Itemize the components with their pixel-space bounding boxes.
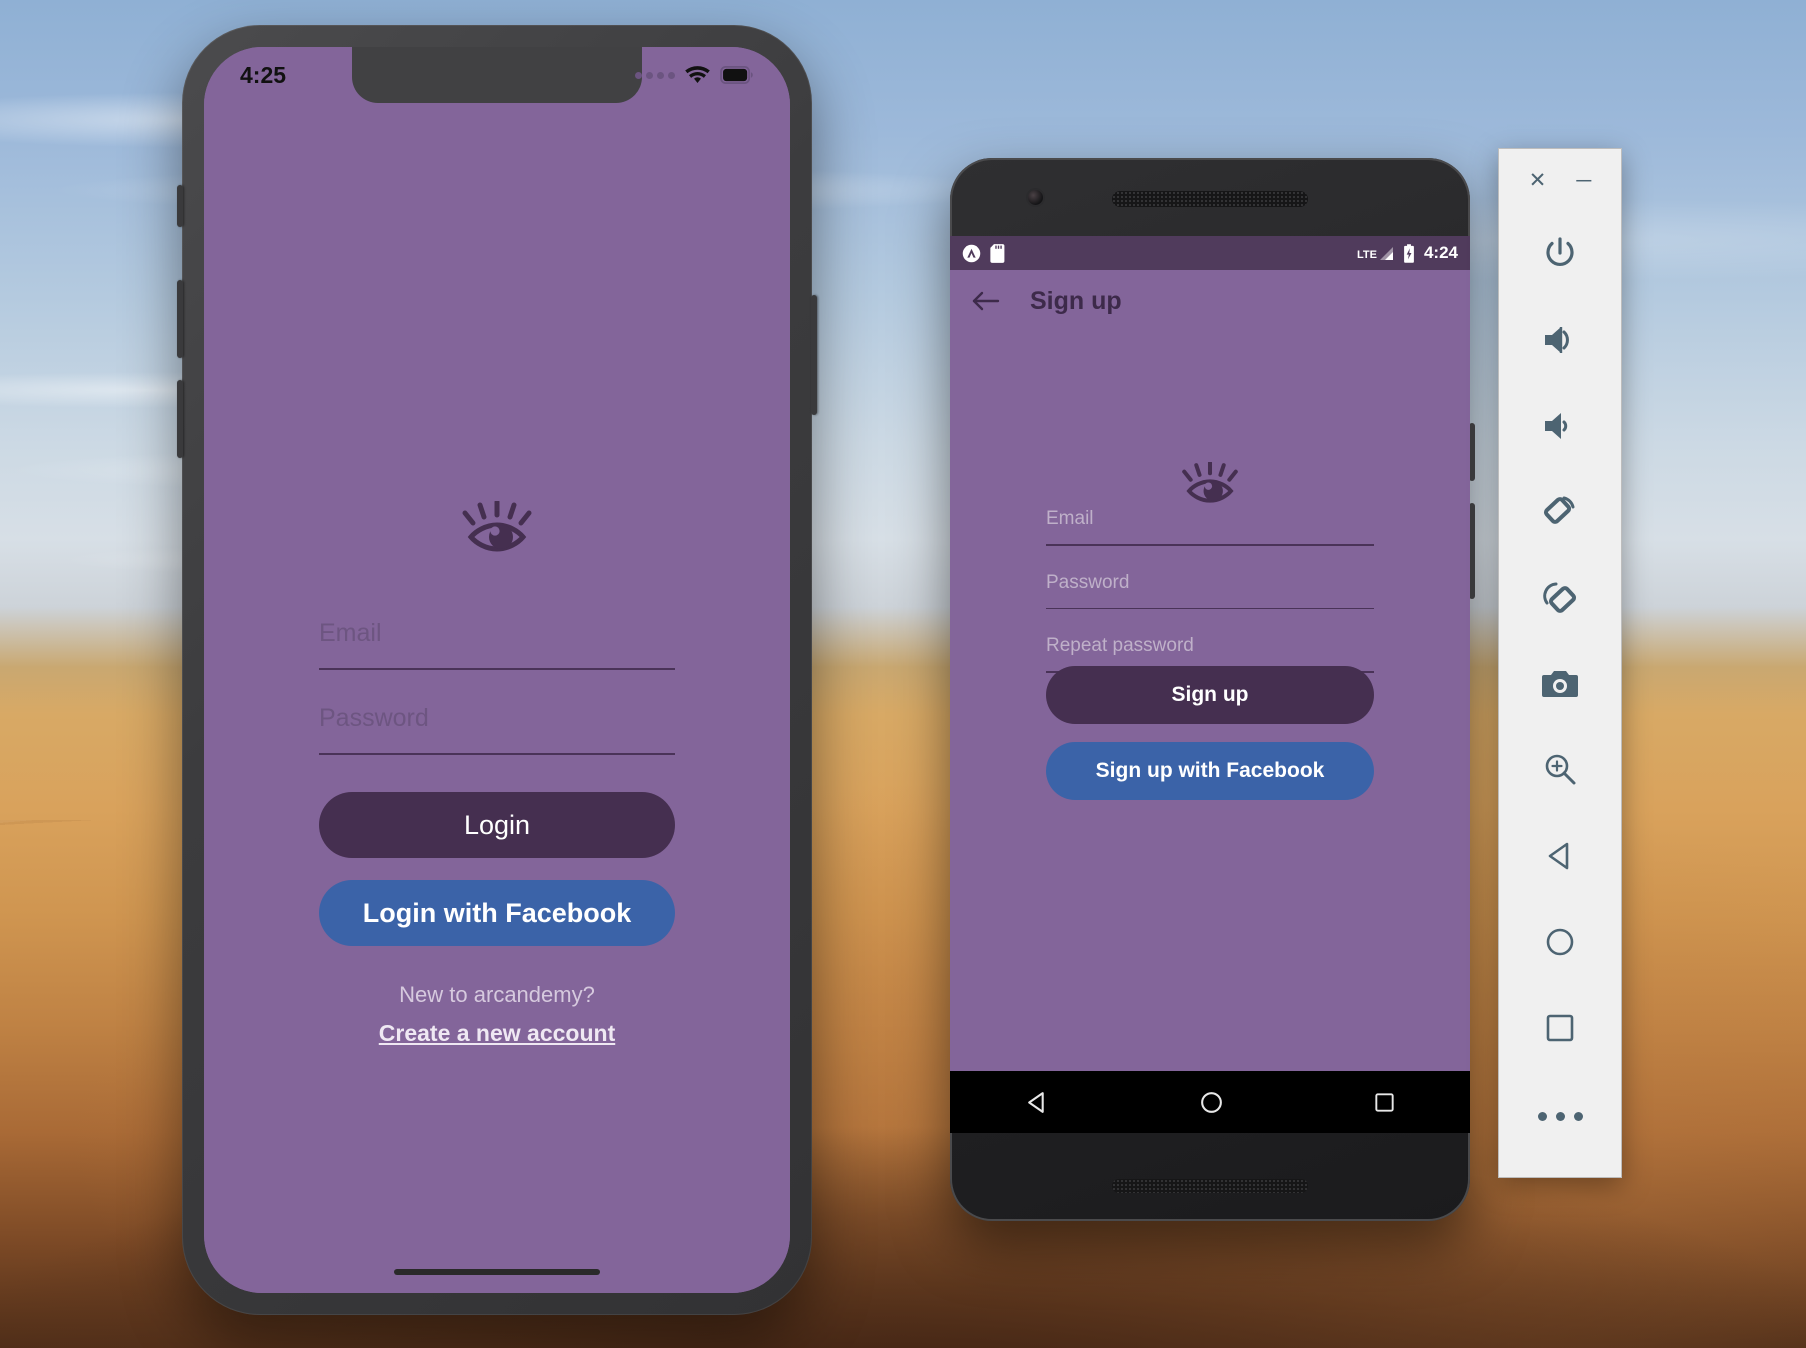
create-account-link[interactable]: Create a new account xyxy=(379,1020,615,1047)
volume-down-button[interactable] xyxy=(1499,383,1621,469)
iphone-power-button[interactable] xyxy=(811,295,817,415)
signal-dots-icon xyxy=(635,71,675,79)
email-field-placeholder: Email xyxy=(319,619,382,647)
android-top-bezel xyxy=(950,158,1470,236)
password-field[interactable]: Password xyxy=(319,704,675,755)
home-circle-icon xyxy=(1546,928,1574,956)
password-field-underline xyxy=(319,753,675,755)
home-button[interactable] xyxy=(1499,899,1621,985)
network-type-label: LTE xyxy=(1357,248,1377,261)
android-emulator-window[interactable]: LTE 4:24 Sign up Email Password Repeat p… xyxy=(950,158,1475,1221)
desktop-wallpaper: 4:25 Email Password Login Login with Fac… xyxy=(0,0,1806,1348)
power-button[interactable] xyxy=(1499,211,1621,297)
signup-button[interactable]: Sign up xyxy=(1046,666,1374,724)
signup-prompt-text: New to arcandemy? xyxy=(399,982,595,1007)
android-bottom-bezel xyxy=(950,1133,1470,1221)
iphone-volume-down-button[interactable] xyxy=(177,380,183,458)
signup-prompt: New to arcandemy? Create a new account xyxy=(204,982,790,1047)
front-camera-icon xyxy=(1028,190,1043,205)
android-app-bar: Sign up xyxy=(950,270,1470,332)
back-button[interactable] xyxy=(1499,813,1621,899)
iphone-silent-switch[interactable] xyxy=(177,185,183,227)
wifi-icon xyxy=(685,65,710,83)
emulator-toolbar: ✕ ─ xyxy=(1498,148,1622,1178)
login-actions: Login Login with Facebook xyxy=(319,792,675,946)
nav-home-circle-icon[interactable] xyxy=(1198,1089,1225,1116)
email-field-underline xyxy=(1046,544,1374,546)
password-field[interactable]: Password xyxy=(1046,571,1374,609)
signup-screen: LTE 4:24 Sign up Email Password Repeat p… xyxy=(950,236,1470,1133)
signal-bars-icon xyxy=(1379,246,1393,260)
app-bar-title: Sign up xyxy=(1030,286,1122,315)
overview-button[interactable] xyxy=(1499,985,1621,1071)
rotate-right-button[interactable] xyxy=(1499,555,1621,641)
iphone-volume-up-button[interactable] xyxy=(177,280,183,358)
battery-charging-icon xyxy=(1404,243,1414,263)
email-field-underline xyxy=(319,668,675,670)
nav-back-triangle-icon[interactable] xyxy=(1024,1089,1051,1116)
zoom-button[interactable] xyxy=(1499,727,1621,813)
signup-actions: Sign up Sign up with Facebook xyxy=(1046,666,1374,800)
volume-down-icon xyxy=(1545,413,1568,439)
email-field[interactable]: Email xyxy=(319,619,675,670)
eye-logo-icon xyxy=(462,501,532,552)
app-notification-icon xyxy=(962,244,981,262)
overview-square-icon xyxy=(1546,1014,1574,1042)
signup-with-facebook-button[interactable]: Sign up with Facebook xyxy=(1046,742,1374,800)
rotate-left-icon xyxy=(1543,496,1575,524)
login-screen: 4:25 Email Password Login Login with Fac… xyxy=(204,47,790,1293)
iphone-screen: 4:25 Email Password Login Login with Fac… xyxy=(204,47,790,1293)
battery-full-icon xyxy=(720,66,753,84)
ellipsis-icon xyxy=(1537,1112,1547,1121)
password-field-placeholder: Password xyxy=(319,704,429,732)
android-status-bar: LTE 4:24 xyxy=(950,236,1470,270)
iphone-status-bar: 4:25 xyxy=(204,47,790,103)
rotate-left-button[interactable] xyxy=(1499,469,1621,555)
android-status-time: 4:24 xyxy=(1423,243,1458,262)
rotate-right-icon xyxy=(1543,582,1577,613)
iphone-status-time: 4:25 xyxy=(240,61,287,88)
bottom-speaker xyxy=(1112,1179,1308,1193)
magnifier-plus-icon xyxy=(1545,754,1576,785)
password-field-placeholder: Password xyxy=(1046,571,1130,593)
close-icon[interactable]: ✕ xyxy=(1529,170,1547,191)
nav-recents-square-icon[interactable] xyxy=(1372,1090,1397,1115)
volume-up-button[interactable] xyxy=(1499,297,1621,383)
android-screen: LTE 4:24 Sign up Email Password Repeat p… xyxy=(950,236,1470,1133)
screenshot-button[interactable] xyxy=(1499,641,1621,727)
minimize-icon[interactable]: ─ xyxy=(1576,170,1591,191)
login-form: Email Password xyxy=(319,619,675,789)
emulator-window-controls: ✕ ─ xyxy=(1499,149,1621,211)
camera-icon xyxy=(1542,671,1578,697)
email-field[interactable]: Email xyxy=(1046,508,1374,546)
back-triangle-icon xyxy=(1548,842,1569,870)
earpiece-speaker xyxy=(1112,191,1308,207)
home-indicator[interactable] xyxy=(394,1269,600,1275)
login-with-facebook-button[interactable]: Login with Facebook xyxy=(319,880,675,946)
sdcard-icon xyxy=(990,243,1005,263)
volume-up-icon xyxy=(1545,327,1569,353)
password-field-underline xyxy=(1046,607,1374,609)
power-icon xyxy=(1546,237,1574,266)
back-arrow-icon[interactable] xyxy=(972,290,1000,312)
iphone-simulator-window[interactable]: 4:25 Email Password Login Login with Fac… xyxy=(177,25,817,1315)
android-navigation-bar xyxy=(950,1071,1470,1133)
more-options-button[interactable] xyxy=(1537,1112,1583,1121)
login-button[interactable]: Login xyxy=(319,792,675,858)
email-field-placeholder: Email xyxy=(1046,508,1094,529)
